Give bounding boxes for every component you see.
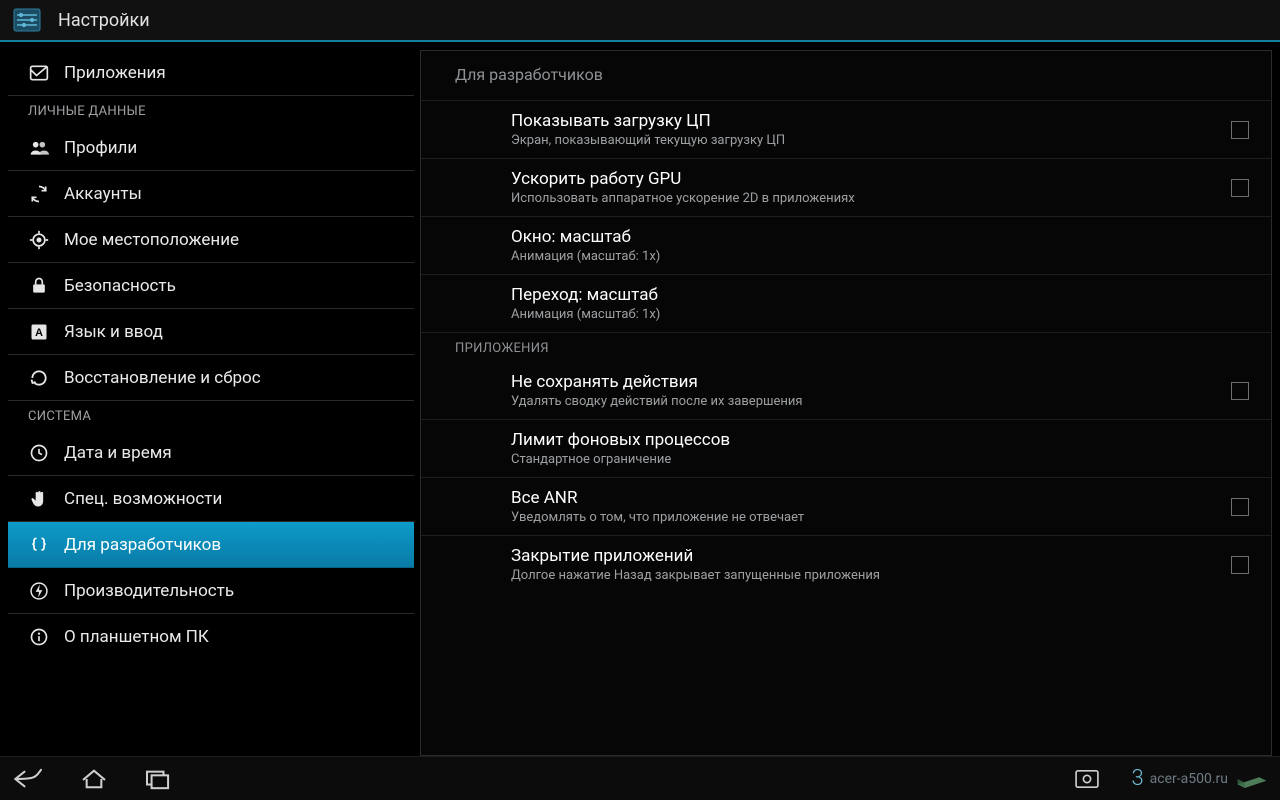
sidebar-item-label: Приложения — [64, 63, 166, 83]
watermark-number: 3 — [1131, 766, 1143, 791]
sidebar-item-apps[interactable]: Приложения — [8, 50, 414, 96]
sidebar-section-system: СИСТЕМА — [8, 401, 414, 430]
setting-dont-keep-activities[interactable]: Не сохранять действия Удалять сводку дей… — [421, 362, 1271, 420]
braces-icon — [28, 534, 50, 556]
panel-group-apps: ПРИЛОЖЕНИЯ — [421, 333, 1271, 362]
location-icon — [28, 229, 50, 251]
sidebar-item-label: Безопасность — [64, 276, 176, 296]
setting-title: Лимит фоновых процессов — [511, 430, 1239, 450]
setting-subtitle: Экран, показывающий текущую загрузку ЦП — [511, 133, 1221, 148]
setting-subtitle: Анимация (масштаб: 1х) — [511, 249, 1239, 264]
checkbox[interactable] — [1231, 556, 1249, 574]
nav-recent[interactable] — [138, 764, 178, 794]
setting-all-anr[interactable]: Все ANR Уведомлять о том, что приложение… — [421, 478, 1271, 536]
setting-subtitle: Использовать аппаратное ускорение 2D в п… — [511, 191, 1221, 206]
sidebar-item-label: Профили — [64, 138, 137, 158]
sidebar-item-label: Производительность — [64, 581, 234, 601]
sidebar-item-developer[interactable]: Для разработчиков — [8, 522, 414, 568]
setting-close-apps[interactable]: Закрытие приложений Долгое нажатие Назад… — [421, 536, 1271, 593]
screenshot-icon[interactable] — [1067, 764, 1107, 794]
setting-subtitle: Стандартное ограничение — [511, 452, 1239, 467]
svg-text:A: A — [35, 326, 43, 338]
hand-icon — [28, 488, 50, 510]
setting-title: Переход: масштаб — [511, 285, 1239, 305]
checkbox[interactable] — [1231, 179, 1249, 197]
sidebar-item-about[interactable]: О планшетном ПК — [8, 614, 414, 660]
sidebar-item-label: Спец. возможности — [64, 489, 222, 509]
clock-icon — [28, 442, 50, 464]
nav-home[interactable] — [74, 764, 114, 794]
sidebar-item-label: О планшетном ПК — [64, 627, 209, 647]
sidebar-item-location[interactable]: Мое местоположение — [8, 217, 414, 263]
sidebar-item-label: Аккаунты — [64, 184, 142, 204]
setting-transition-scale[interactable]: Переход: масштаб Анимация (масштаб: 1х) — [421, 275, 1271, 333]
detail-panel: Для разработчиков Показывать загрузку ЦП… — [420, 50, 1272, 756]
sidebar-item-backup[interactable]: Восстановление и сброс — [8, 355, 414, 401]
sidebar-item-security[interactable]: Безопасность — [8, 263, 414, 309]
setting-title: Закрытие приложений — [511, 546, 1221, 566]
setting-window-scale[interactable]: Окно: масштаб Анимация (масштаб: 1х) — [421, 217, 1271, 275]
checkbox[interactable] — [1231, 121, 1249, 139]
sidebar-section-personal: ЛИЧНЫЕ ДАННЫЕ — [8, 96, 414, 125]
setting-subtitle: Анимация (масштаб: 1х) — [511, 307, 1239, 322]
nav-back[interactable] — [10, 764, 50, 794]
setting-subtitle: Долгое нажатие Назад закрывает запущенны… — [511, 568, 1221, 583]
apps-icon — [28, 62, 50, 84]
panel-body: Показывать загрузку ЦП Экран, показывающ… — [421, 101, 1271, 755]
navbar: 3 acer-a500.ru — [0, 756, 1280, 800]
sidebar-item-label: Восстановление и сброс — [64, 368, 261, 388]
sidebar: Приложения ЛИЧНЫЕ ДАННЫЕ Профили Аккаунт… — [8, 50, 414, 756]
sidebar-item-accounts[interactable]: Аккаунты — [8, 171, 414, 217]
people-icon — [28, 137, 50, 159]
checkbox[interactable] — [1231, 382, 1249, 400]
info-icon — [28, 626, 50, 648]
checkbox[interactable] — [1231, 498, 1249, 516]
tablet-glyph-icon — [1234, 768, 1270, 790]
watermark: 3 acer-a500.ru — [1131, 766, 1270, 791]
setting-title: Ускорить работу GPU — [511, 169, 1221, 189]
setting-bg-process-limit[interactable]: Лимит фоновых процессов Стандартное огра… — [421, 420, 1271, 478]
sidebar-item-label: Для разработчиков — [64, 535, 221, 555]
bolt-icon — [28, 580, 50, 602]
main-area: Приложения ЛИЧНЫЕ ДАННЫЕ Профили Аккаунт… — [0, 42, 1280, 756]
settings-icon — [10, 5, 44, 35]
setting-subtitle: Уведомлять о том, что приложение не отве… — [511, 510, 1221, 525]
sidebar-item-label: Мое местоположение — [64, 230, 239, 250]
setting-title: Окно: масштаб — [511, 227, 1239, 247]
app-title: Настройки — [58, 10, 150, 31]
sidebar-item-profiles[interactable]: Профили — [8, 125, 414, 171]
watermark-text: acer-a500.ru — [1150, 771, 1228, 787]
setting-cpu-usage[interactable]: Показывать загрузку ЦП Экран, показывающ… — [421, 101, 1271, 159]
lock-icon — [28, 275, 50, 297]
language-icon: A — [28, 321, 50, 343]
sidebar-item-performance[interactable]: Производительность — [8, 568, 414, 614]
sidebar-item-datetime[interactable]: Дата и время — [8, 430, 414, 476]
sync-icon — [28, 183, 50, 205]
appbar: Настройки — [0, 0, 1280, 42]
setting-subtitle: Удалять сводку действий после их заверше… — [511, 394, 1221, 409]
sidebar-item-label: Дата и время — [64, 443, 172, 463]
setting-force-gpu[interactable]: Ускорить работу GPU Использовать аппарат… — [421, 159, 1271, 217]
sidebar-item-accessibility[interactable]: Спец. возможности — [8, 476, 414, 522]
sidebar-item-label: Язык и ввод — [64, 322, 163, 342]
setting-title: Все ANR — [511, 488, 1221, 508]
sidebar-list: Приложения ЛИЧНЫЕ ДАННЫЕ Профили Аккаунт… — [8, 50, 414, 756]
panel-title: Для разработчиков — [421, 51, 1271, 101]
sidebar-item-language[interactable]: A Язык и ввод — [8, 309, 414, 355]
setting-title: Не сохранять действия — [511, 372, 1221, 392]
backup-icon — [28, 367, 50, 389]
setting-title: Показывать загрузку ЦП — [511, 111, 1221, 131]
